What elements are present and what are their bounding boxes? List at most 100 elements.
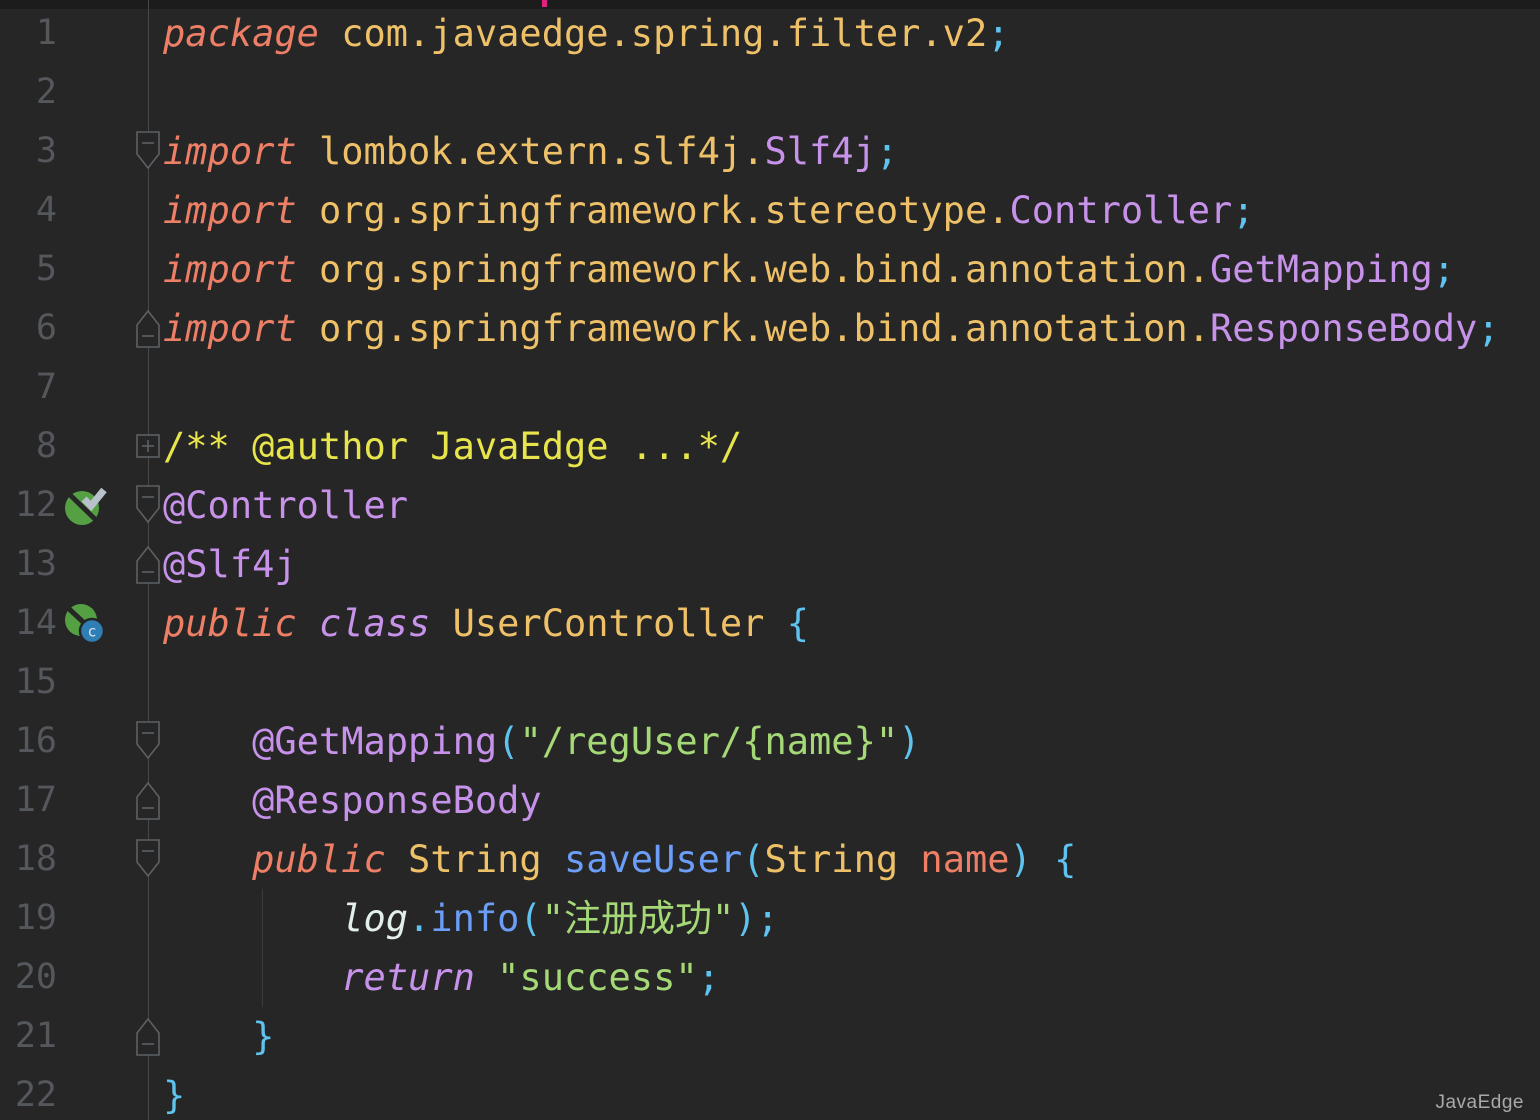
code-token: log	[341, 897, 409, 940]
code-token: GetMapping	[1209, 248, 1433, 291]
code-token: @GetMapping	[252, 720, 498, 763]
code-token: ;	[1432, 248, 1456, 291]
code-line[interactable]: 3 import lombok.extern.slf4j.Slf4j;	[0, 122, 1540, 181]
code-line[interactable]: 5 import org.springframework.web.bind.ann…	[0, 240, 1540, 299]
code-token: @Controller	[163, 484, 409, 527]
svg-text:c: c	[87, 623, 96, 641]
code-text: }	[163, 1007, 274, 1066]
code-line[interactable]: 2	[0, 63, 1540, 122]
code-line[interactable]: 6 import org.springframework.web.bind.ann…	[0, 299, 1540, 358]
code-token: ) {	[1009, 838, 1077, 881]
line-number[interactable]: 21	[0, 1007, 57, 1066]
spring-class-icon[interactable]: c	[62, 601, 108, 651]
code-line[interactable]: 8 /** @author JavaEdge ...*/	[0, 417, 1540, 476]
line-number[interactable]: 3	[0, 122, 57, 181]
line-number[interactable]: 13	[0, 535, 57, 594]
code-line[interactable]: 22}	[0, 1066, 1540, 1120]
code-token: name	[920, 838, 1010, 881]
line-number[interactable]: 16	[0, 712, 57, 771]
line-number[interactable]: 6	[0, 299, 57, 358]
code-text: }	[163, 1066, 185, 1120]
line-number[interactable]: 22	[0, 1066, 57, 1120]
code-text: return "success";	[163, 948, 720, 1007]
code-line[interactable]: 21 }	[0, 1007, 1540, 1066]
code-token: @ResponseBody	[252, 779, 542, 822]
code-line[interactable]: 19 log.info("注册成功");	[0, 889, 1540, 948]
line-number[interactable]: 15	[0, 653, 57, 712]
line-number[interactable]: 20	[0, 948, 57, 1007]
code-line[interactable]: 12 @Controller	[0, 476, 1540, 535]
code-token: String	[764, 838, 921, 881]
line-number[interactable]: 12	[0, 476, 57, 535]
code-token: import	[163, 248, 319, 291]
line-number[interactable]: 5	[0, 240, 57, 299]
code-token: import	[163, 307, 319, 350]
code-token: org.springframework.stereotype.	[318, 189, 1010, 232]
line-number[interactable]: 18	[0, 830, 57, 889]
code-token: /** @author JavaEdge ...*/	[163, 425, 743, 468]
fold-marker-start-icon[interactable]	[133, 127, 163, 179]
code-token: );	[734, 897, 779, 940]
code-text: log.info("注册成功");	[163, 889, 779, 948]
code-token: "注册成功"	[541, 897, 735, 940]
code-text: package com.javaedge.spring.filter.v2;	[163, 4, 1010, 63]
fold-marker-plus-icon[interactable]	[133, 422, 163, 474]
code-token: (	[742, 838, 765, 881]
line-number[interactable]: 7	[0, 358, 57, 417]
code-text: import org.springframework.stereotype.Co…	[163, 181, 1255, 240]
code-token: lombok.extern.slf4j.	[318, 130, 765, 173]
code-line[interactable]: 7	[0, 358, 1540, 417]
fold-marker-start-icon[interactable]	[133, 835, 163, 887]
code-token: )	[898, 720, 921, 763]
code-token: com.javaedge.spring.filter.v2	[341, 12, 988, 55]
code-text: /** @author JavaEdge ...*/	[163, 417, 742, 476]
code-text: import lombok.extern.slf4j.Slf4j;	[163, 122, 898, 181]
line-number[interactable]: 1	[0, 4, 57, 63]
code-line[interactable]: 14 c public class UserController {	[0, 594, 1540, 653]
code-text: @Slf4j	[163, 535, 297, 594]
code-line[interactable]: 20 return "success";	[0, 948, 1540, 1007]
line-number[interactable]: 19	[0, 889, 57, 948]
code-token: Slf4j	[764, 130, 876, 173]
line-number[interactable]: 17	[0, 771, 57, 830]
code-token: import	[163, 130, 319, 173]
code-token: ;	[875, 130, 899, 173]
code-token: ;	[697, 956, 720, 999]
code-token: public	[163, 602, 319, 645]
code-token: "success"	[497, 956, 698, 999]
fold-marker-start-icon[interactable]	[133, 717, 163, 769]
code-token: org.springframework.web.bind.annotation.	[318, 307, 1210, 350]
fold-marker-end-icon[interactable]	[133, 776, 163, 828]
fold-marker-end-icon[interactable]	[133, 1012, 163, 1064]
code-line[interactable]: 13 @Slf4j	[0, 535, 1540, 594]
code-line[interactable]: 4 import org.springframework.stereotype.C…	[0, 181, 1540, 240]
code-line[interactable]: 1 package com.javaedge.spring.filter.v2;	[0, 4, 1540, 63]
line-number[interactable]: 8	[0, 417, 57, 476]
code-token: saveUser	[563, 838, 743, 881]
line-number[interactable]: 14	[0, 594, 57, 653]
code-token: ;	[1232, 189, 1255, 232]
code-token: return	[341, 956, 498, 999]
fold-marker-end-icon[interactable]	[133, 540, 163, 592]
line-number[interactable]: 2	[0, 63, 57, 122]
code-token: }	[163, 1074, 186, 1117]
fold-marker-start-icon[interactable]	[133, 481, 163, 533]
code-line[interactable]: 16 @GetMapping("/regUser/{name}")	[0, 712, 1540, 771]
fold-marker-end-icon[interactable]	[133, 304, 163, 356]
code-text: import org.springframework.web.bind.anno…	[163, 240, 1455, 299]
code-text: @Controller	[163, 476, 408, 535]
line-number[interactable]: 4	[0, 181, 57, 240]
code-token: package	[163, 12, 342, 55]
code-token: Controller	[1009, 189, 1233, 232]
spring-bean-check-icon[interactable]	[62, 483, 108, 533]
code-line[interactable]: 17 @ResponseBody	[0, 771, 1540, 830]
code-line[interactable]: 15	[0, 653, 1540, 712]
code-token: String	[408, 838, 564, 881]
code-token: import	[163, 189, 319, 232]
code-token: @Slf4j	[163, 543, 297, 586]
code-token: "/regUser/{name}"	[519, 720, 899, 763]
code-line[interactable]: 18 public String saveUser(String name) {	[0, 830, 1540, 889]
